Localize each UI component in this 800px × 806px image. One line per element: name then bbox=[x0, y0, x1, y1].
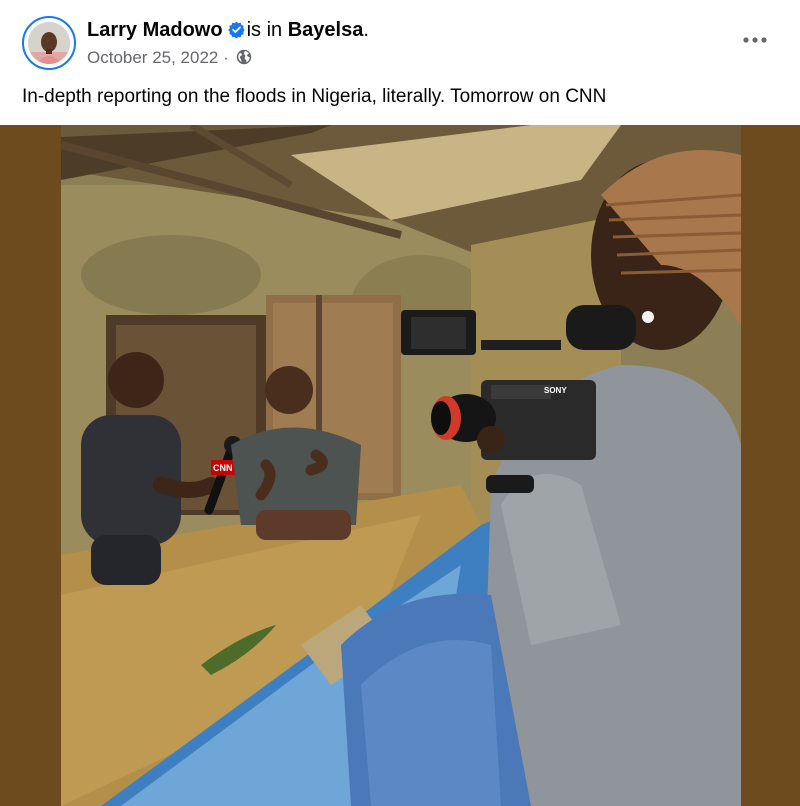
post-meta: October 25, 2022 · bbox=[87, 48, 252, 68]
post-photo[interactable]: CNN SONY bbox=[61, 125, 741, 806]
post-card: Larry Madowo is in Bayelsa. October 25, … bbox=[0, 0, 800, 806]
location-link[interactable]: Bayelsa bbox=[288, 19, 364, 41]
date-separator: · bbox=[223, 48, 229, 67]
mic-flag-text: CNN bbox=[213, 463, 233, 473]
avatar-image bbox=[28, 22, 70, 64]
verified-badge-icon bbox=[227, 21, 245, 38]
post-caption: In-depth reporting on the floods in Nige… bbox=[22, 86, 607, 107]
camera-brand-text: SONY bbox=[544, 386, 567, 395]
more-options-icon bbox=[743, 37, 767, 43]
avatar[interactable] bbox=[28, 22, 70, 64]
location-suffix: . bbox=[363, 19, 369, 41]
author-line: Larry Madowo is in Bayelsa. bbox=[87, 19, 369, 42]
post-photo-frame[interactable]: CNN SONY bbox=[0, 125, 800, 806]
author-name[interactable]: Larry Madowo bbox=[87, 19, 223, 41]
more-options-button[interactable] bbox=[740, 30, 770, 50]
avatar-ring[interactable] bbox=[22, 16, 76, 70]
globe-icon[interactable] bbox=[236, 49, 252, 65]
post-header: Larry Madowo is in Bayelsa. October 25, … bbox=[22, 16, 780, 72]
post-date[interactable]: October 25, 2022 bbox=[87, 48, 218, 67]
status-text: is in bbox=[246, 19, 283, 41]
